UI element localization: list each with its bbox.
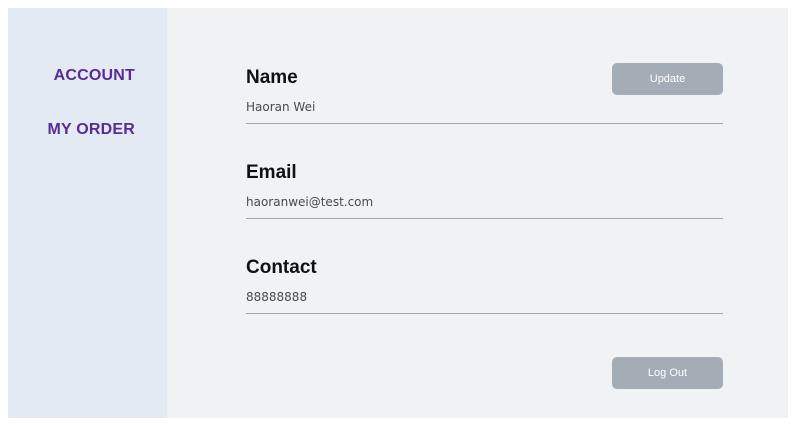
email-value: haoranwei@test.com — [246, 195, 374, 209]
app-window: ACCOUNT MY ORDER Update Name Haoran Wei … — [8, 8, 788, 418]
name-field: Name Haoran Wei — [246, 67, 723, 124]
account-panel: Update Name Haoran Wei Email haoranwei@t… — [167, 8, 788, 418]
email-label: Email — [246, 162, 297, 183]
contact-field: Contact 88888888 — [246, 257, 723, 314]
contact-label: Contact — [246, 257, 317, 278]
name-label: Name — [246, 67, 298, 88]
email-field: Email haoranwei@test.com — [246, 162, 723, 219]
sidebar-item-account[interactable]: ACCOUNT — [54, 67, 135, 85]
sidebar: ACCOUNT MY ORDER — [8, 8, 167, 418]
contact-value: 88888888 — [246, 290, 308, 304]
logout-button[interactable]: Log Out — [612, 357, 723, 389]
name-value: Haoran Wei — [246, 100, 316, 114]
sidebar-item-my-order[interactable]: MY ORDER — [47, 121, 135, 139]
